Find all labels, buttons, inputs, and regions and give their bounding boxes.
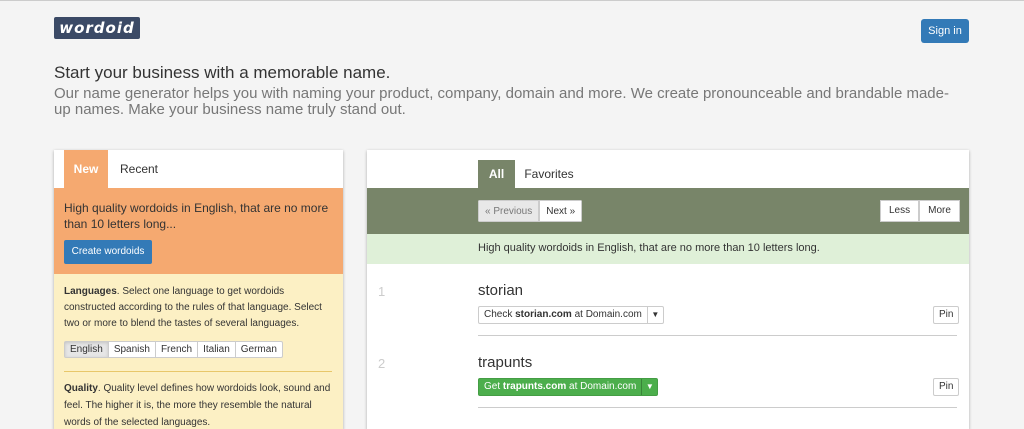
check-prefix: Get <box>484 381 503 392</box>
tab-favorites[interactable]: Favorites <box>523 160 575 188</box>
caret-down-icon[interactable]: ▼ <box>641 379 657 395</box>
tab-new[interactable]: New <box>64 150 108 188</box>
results-info-text: High quality wordoids in English, that a… <box>478 242 820 254</box>
results-info: High quality wordoids in English, that a… <box>367 234 969 264</box>
result-count-controls: Less More <box>880 200 960 222</box>
language-german-button[interactable]: German <box>236 342 282 357</box>
more-button[interactable]: More <box>919 200 960 222</box>
quality-help: Quality. Quality level defines how wordo… <box>64 380 334 429</box>
results-panel: All Favorites « Previous Next » Less Mor… <box>367 150 969 429</box>
domain-name: storian.com <box>515 309 572 320</box>
languages-title: Languages <box>64 286 117 297</box>
row-divider <box>478 407 957 408</box>
check-suffix: at Domain.com <box>571 309 642 320</box>
list-item: 1 storian Check storian.com at Domain.co… <box>367 264 969 336</box>
results-toolbar: « Previous Next » Less More <box>367 188 969 234</box>
generator-summary: High quality wordoids in English, that a… <box>54 188 343 274</box>
page-headline: Start your business with a memorable nam… <box>54 63 391 82</box>
languages-help: Languages. Select one language to get wo… <box>64 284 334 332</box>
get-domain-label[interactable]: Get trapunts.com at Domain.com <box>479 379 641 395</box>
pin-button[interactable]: Pin <box>933 378 960 396</box>
sign-in-button[interactable]: Sign in <box>921 19 969 43</box>
pin-button[interactable]: Pin <box>933 306 960 324</box>
language-english-button[interactable]: English <box>65 342 109 357</box>
create-wordoids-button[interactable]: Create wordoids <box>64 240 152 264</box>
previous-button[interactable]: « Previous <box>478 200 540 222</box>
options-divider <box>64 371 332 372</box>
language-selector: English Spanish French Italian German <box>64 341 283 358</box>
language-spanish-button[interactable]: Spanish <box>109 342 156 357</box>
result-word[interactable]: trapunts <box>478 354 532 371</box>
quality-title: Quality <box>64 383 98 394</box>
generator-options: Languages. Select one language to get wo… <box>54 274 343 429</box>
less-button[interactable]: Less <box>880 200 920 222</box>
quality-description: . Quality level defines how wordoids loo… <box>64 383 331 428</box>
tab-recent[interactable]: Recent <box>114 150 164 188</box>
result-number: 1 <box>378 284 386 299</box>
wordoid-logo[interactable]: wordoid <box>54 17 140 39</box>
result-number: 2 <box>378 356 386 371</box>
language-french-button[interactable]: French <box>156 342 199 357</box>
check-domain-label[interactable]: Check storian.com at Domain.com <box>479 307 647 323</box>
next-button[interactable]: Next » <box>539 200 583 222</box>
domain-name: trapunts.com <box>502 381 567 392</box>
tab-all[interactable]: All <box>478 160 515 188</box>
check-suffix: at Domain.com <box>566 381 637 392</box>
list-item: 2 trapunts Get trapunts.com at Domain.co… <box>367 336 969 408</box>
get-domain-button[interactable]: Get trapunts.com at Domain.com ▼ <box>478 378 659 396</box>
check-prefix: Check <box>484 309 516 320</box>
caret-down-icon[interactable]: ▼ <box>646 307 663 323</box>
generator-panel: New Recent High quality wordoids in Engl… <box>54 150 343 429</box>
generator-description: High quality wordoids in English, that a… <box>64 201 329 231</box>
language-italian-button[interactable]: Italian <box>198 342 236 357</box>
page-lead: Our name generator helps you with naming… <box>54 85 949 118</box>
check-domain-button[interactable]: Check storian.com at Domain.com ▼ <box>478 306 664 324</box>
result-word[interactable]: storian <box>478 282 523 299</box>
pager: « Previous Next » <box>478 200 583 222</box>
